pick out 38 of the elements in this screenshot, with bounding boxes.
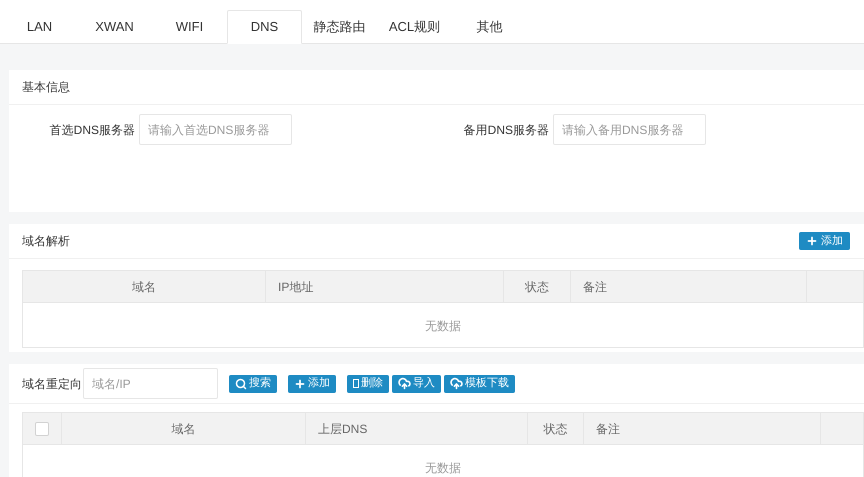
search-icon	[235, 378, 247, 390]
empty-message: 无数据	[425, 318, 461, 335]
tab[interactable]: WIFI	[152, 10, 227, 44]
upload-button[interactable]: 模板下载	[444, 374, 515, 392]
cloud-upload-icon	[398, 377, 411, 390]
cloud-upload-icon	[450, 377, 463, 390]
plus-icon	[294, 378, 306, 390]
section-title: 域名解析	[22, 233, 70, 250]
column-header: 备注	[583, 278, 607, 296]
column-header: 上层DNS	[318, 420, 368, 438]
field-label: 首选DNS服务器	[48, 122, 136, 138]
search-field[interactable]: 域名/IP	[83, 368, 218, 399]
column-header: 域名	[172, 420, 196, 438]
section-title: 基本信息	[22, 79, 70, 96]
input-field[interactable]: 请输入首选DNS服务器	[139, 114, 292, 145]
tab[interactable]: XWAN	[77, 10, 152, 44]
add-button[interactable]: 添加	[799, 232, 850, 250]
upload-button[interactable]: 导入	[392, 374, 441, 392]
search-button[interactable]: 搜索	[229, 374, 277, 392]
tab[interactable]: 其他	[452, 10, 527, 44]
select-all-checkbox[interactable]	[35, 422, 49, 436]
column-header: 域名	[132, 278, 156, 296]
square-icon	[353, 379, 359, 388]
column-header: 备注	[596, 420, 620, 438]
column-header: IP地址	[278, 278, 314, 296]
column-header: 状态	[544, 420, 568, 438]
section-title: 域名重定向	[22, 376, 82, 392]
input-field[interactable]: 请输入备用DNS服务器	[553, 114, 706, 145]
tab[interactable]: DNS	[227, 10, 302, 44]
column-header: 状态	[525, 278, 549, 296]
delete-button[interactable]: 删除	[347, 374, 389, 392]
add-button[interactable]: 添加	[288, 374, 336, 392]
tab[interactable]: LAN	[2, 10, 77, 44]
field-label: 备用DNS服务器	[462, 122, 550, 138]
plus-icon	[806, 235, 818, 247]
empty-message: 无数据	[425, 460, 461, 477]
tab[interactable]: 静态路由	[302, 10, 377, 44]
tab[interactable]: ACL规则	[377, 10, 452, 44]
